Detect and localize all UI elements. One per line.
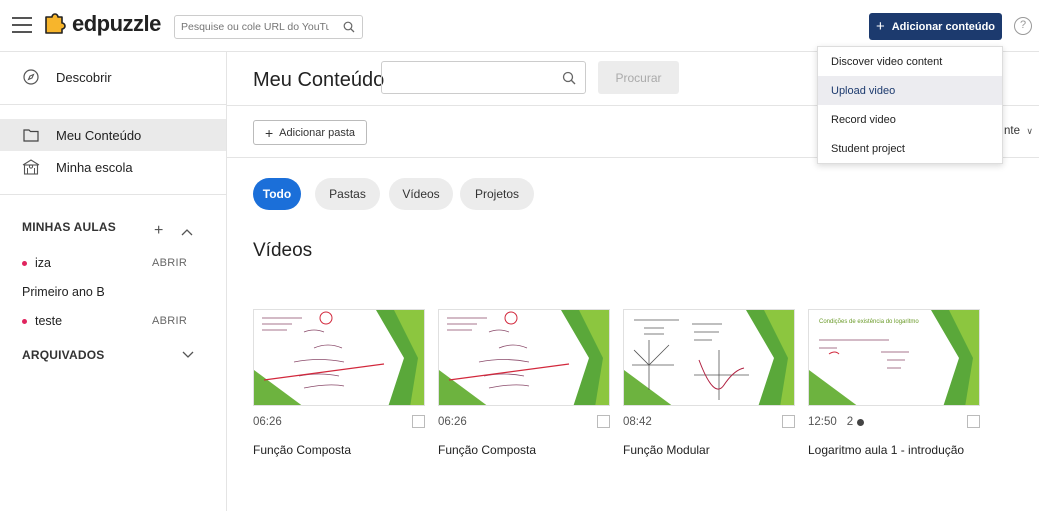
class-item-iza[interactable]: iza ABRIR xyxy=(22,256,202,270)
divider xyxy=(0,194,226,195)
video-title[interactable]: Função Composta xyxy=(438,443,610,457)
school-icon xyxy=(22,158,40,176)
video-card[interactable]: Condições de existência do logaritmo 12:… xyxy=(808,309,980,457)
puzzle-logo-icon xyxy=(45,13,66,34)
folder-icon xyxy=(22,126,40,144)
menu-item-record-video[interactable]: Record video xyxy=(818,105,1002,134)
sidebar-item-label: Minha escola xyxy=(56,159,133,175)
page-title: Meu Conteúdo xyxy=(253,69,385,91)
add-folder-button[interactable]: + Adicionar pasta xyxy=(253,120,367,145)
video-thumbnail[interactable]: Condições de existência do logaritmo xyxy=(808,309,980,406)
select-checkbox[interactable] xyxy=(782,415,795,428)
open-class-button[interactable]: ABRIR xyxy=(152,257,187,269)
video-duration: 12:50 xyxy=(808,416,837,428)
youtube-search-input[interactable] xyxy=(175,16,335,38)
video-meta: 12:50 2 xyxy=(808,413,980,431)
chevron-down-icon: ∨ xyxy=(1026,126,1033,136)
add-folder-label: Adicionar pasta xyxy=(279,126,355,139)
logo-text: edpuzzle xyxy=(72,11,161,36)
class-name: teste xyxy=(35,314,63,328)
sort-label: nte xyxy=(1004,125,1020,137)
video-card[interactable]: 06:26 Função Composta xyxy=(438,309,610,457)
menu-item-discover-video[interactable]: Discover video content xyxy=(818,47,1002,76)
top-bar: edpuzzle + Adicionar conteúdo ? xyxy=(0,0,1039,52)
open-class-button[interactable]: ABRIR xyxy=(152,315,187,327)
divider xyxy=(0,104,226,105)
filter-all[interactable]: Todo xyxy=(253,178,301,210)
class-dot xyxy=(22,260,27,266)
content-search[interactable] xyxy=(381,61,586,94)
youtube-search[interactable] xyxy=(174,15,363,39)
classes-actions: + xyxy=(154,222,193,240)
add-content-dropdown: Discover video content Upload video Reco… xyxy=(817,46,1003,164)
views-dot-icon xyxy=(857,418,865,426)
help-icon[interactable]: ? xyxy=(1014,17,1032,35)
chevron-down-icon[interactable] xyxy=(182,351,194,359)
select-checkbox[interactable] xyxy=(597,415,610,428)
video-card[interactable]: 06:26 Função Composta xyxy=(253,309,425,457)
video-thumbnail[interactable] xyxy=(623,309,795,406)
video-meta: 08:42 xyxy=(623,413,795,431)
filter-videos[interactable]: Vídeos xyxy=(389,178,453,210)
plus-icon: + xyxy=(264,124,274,141)
select-checkbox[interactable] xyxy=(967,415,980,428)
sidebar-item-label: Descobrir xyxy=(56,69,112,85)
class-name: iza xyxy=(35,256,51,270)
archived-heading[interactable]: ARQUIVADOS xyxy=(22,348,104,362)
video-thumbnail[interactable] xyxy=(438,309,610,406)
video-meta: 06:26 xyxy=(438,413,610,431)
class-group-label: Primeiro ano B xyxy=(22,285,202,299)
class-group-name: Primeiro ano B xyxy=(22,285,105,299)
sidebar-item-label: Meu Conteúdo xyxy=(56,127,142,143)
sidebar: Descobrir Meu Conteúdo Minha escola MINH… xyxy=(0,52,227,511)
search-icon[interactable] xyxy=(562,71,576,85)
video-thumbnail[interactable] xyxy=(253,309,425,406)
video-duration: 06:26 xyxy=(253,416,282,428)
add-content-label: Adicionar conteúdo xyxy=(891,20,996,33)
menu-item-student-project[interactable]: Student project xyxy=(818,134,1002,163)
filter-projects[interactable]: Projetos xyxy=(460,178,534,210)
video-title[interactable]: Logaritmo aula 1 - introdução xyxy=(808,443,980,457)
class-item-teste[interactable]: teste ABRIR xyxy=(22,314,202,328)
videos-heading: Vídeos xyxy=(253,240,313,261)
video-views: 2 xyxy=(846,416,865,428)
menu-item-upload-video[interactable]: Upload video xyxy=(818,76,1002,105)
video-duration: 08:42 xyxy=(623,416,652,428)
classes-heading: MINHAS AULAS xyxy=(22,220,116,234)
video-title[interactable]: Função Modular xyxy=(623,443,795,457)
add-content-button[interactable]: + Adicionar conteúdo xyxy=(869,13,1002,40)
select-checkbox[interactable] xyxy=(412,415,425,428)
plus-icon: + xyxy=(875,18,885,35)
sidebar-item-my-school[interactable]: Minha escola xyxy=(0,151,226,183)
sort-select[interactable]: nte ∨ xyxy=(1004,125,1033,137)
views-count: 2 xyxy=(846,416,854,428)
add-class-icon[interactable]: + xyxy=(154,222,163,240)
compass-icon xyxy=(22,68,40,86)
video-duration: 06:26 xyxy=(438,416,467,428)
chevron-up-icon[interactable] xyxy=(181,224,193,240)
search-icon[interactable] xyxy=(343,21,355,33)
menu-icon[interactable] xyxy=(12,17,32,33)
sidebar-item-my-content[interactable]: Meu Conteúdo xyxy=(0,119,226,151)
video-title[interactable]: Função Composta xyxy=(253,443,425,457)
search-button[interactable]: Procurar xyxy=(598,61,679,94)
class-dot xyxy=(22,318,27,324)
video-card[interactable]: 08:42 Função Modular xyxy=(623,309,795,457)
thumbnail-caption: Condições de existência do logaritmo xyxy=(819,319,919,325)
sidebar-item-discover[interactable]: Descobrir xyxy=(0,61,226,93)
filter-folders[interactable]: Pastas xyxy=(315,178,380,210)
edpuzzle-logo[interactable]: edpuzzle xyxy=(42,11,161,37)
video-meta: 06:26 xyxy=(253,413,425,431)
